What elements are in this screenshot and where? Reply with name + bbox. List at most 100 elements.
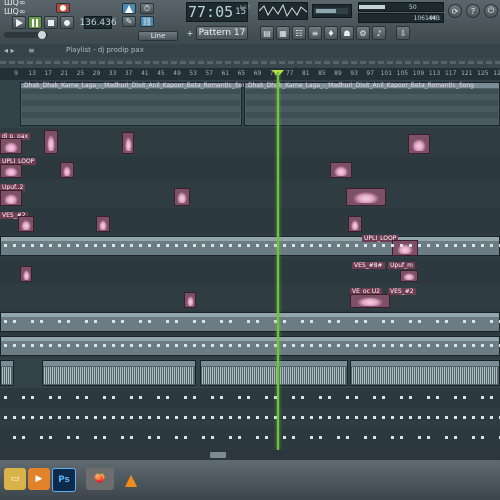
note-block	[337, 244, 340, 247]
channel-rack-button[interactable]: ☷	[292, 26, 306, 40]
note-block	[148, 344, 151, 347]
scrollbar-thumb[interactable]	[210, 452, 226, 458]
horizontal-scrollbar[interactable]	[0, 450, 500, 460]
track-row[interactable]: VES_#2	[0, 208, 500, 235]
note-block	[49, 244, 52, 247]
vlc-icon[interactable]: ▲	[120, 468, 142, 490]
track-row[interactable]	[0, 310, 500, 335]
info-icon[interactable]: ?	[466, 4, 480, 18]
playlist-tracks[interactable]: Dhak_Dhak_Karne_Laga_-_Madhuri_Dixit_Ani…	[0, 80, 500, 450]
note-block	[463, 244, 466, 247]
note-block	[400, 396, 403, 399]
tempo-display[interactable]: 136.436	[79, 16, 117, 29]
playhead-line[interactable]	[277, 72, 279, 450]
track-row[interactable]: Upuf..2	[0, 180, 500, 209]
fl-studio-icon[interactable]: 🍑	[86, 468, 114, 490]
note-block	[490, 344, 493, 347]
pattern-clip[interactable]	[0, 138, 22, 154]
photoshop-icon[interactable]: Ps	[52, 468, 76, 492]
pattern-clip[interactable]	[20, 266, 32, 282]
audio-clip[interactable]	[0, 360, 14, 386]
stop-icon[interactable]	[44, 16, 58, 29]
piano-roll-icon[interactable]: ▦	[276, 26, 290, 40]
track-row[interactable]: VES_#8# Upuf_m	[0, 258, 500, 285]
audio-clip[interactable]	[350, 360, 500, 386]
snap-mode-select[interactable]: Line	[138, 31, 178, 41]
note-block	[220, 416, 223, 419]
playlist-window-button[interactable]: ▤	[260, 26, 274, 40]
track-row[interactable]	[0, 388, 500, 409]
note-block	[166, 396, 169, 399]
note-block	[166, 416, 169, 419]
pattern-clip[interactable]	[0, 164, 22, 178]
tools-button[interactable]: ⚙	[356, 26, 370, 40]
power-icon[interactable]: ⏻	[484, 4, 498, 18]
note-block	[472, 344, 475, 347]
pattern-clip[interactable]	[330, 162, 352, 178]
pattern-clip[interactable]	[0, 190, 22, 206]
track-row[interactable]	[0, 408, 500, 429]
track-row[interactable]	[0, 428, 500, 450]
pattern-clip[interactable]	[0, 336, 500, 356]
note-block	[130, 416, 133, 419]
pattern-clip[interactable]	[122, 132, 134, 154]
note-block	[445, 344, 448, 347]
pattern-clip[interactable]	[0, 312, 500, 332]
pattern-clip[interactable]	[400, 270, 418, 282]
folder-icon[interactable]: ▭	[4, 468, 26, 490]
arrow-left-icon[interactable]: ◂ ▸	[4, 46, 15, 55]
audio-clip[interactable]	[200, 360, 348, 386]
audio-clip[interactable]	[42, 360, 196, 386]
note-block	[22, 436, 25, 439]
mic-button[interactable]: ♪	[372, 26, 386, 40]
pattern-clip[interactable]	[44, 130, 58, 154]
pattern-clip[interactable]	[18, 216, 34, 232]
pattern-clip[interactable]	[60, 162, 74, 178]
note-block	[337, 416, 340, 419]
track-row[interactable]: UPLI_LOOP	[0, 156, 500, 181]
pattern-clip[interactable]	[174, 188, 190, 206]
note-block	[58, 416, 61, 419]
track-row[interactable]: dj p. pax	[0, 128, 500, 157]
note-block	[40, 320, 43, 323]
track-row[interactable]: VE_oc U2 VES_#2	[0, 284, 500, 311]
note-block	[418, 436, 421, 439]
master-volume-knob[interactable]	[38, 31, 46, 39]
playlist-menu-icon[interactable]: ≡	[28, 46, 35, 55]
ruler-tick: 49	[173, 70, 181, 77]
time-value: 77:05	[188, 3, 234, 21]
browser-icon[interactable]: ♦	[324, 26, 338, 40]
save-icon[interactable]: ⇩	[396, 26, 410, 40]
track-row[interactable]	[0, 358, 500, 389]
play-icon[interactable]	[12, 16, 26, 29]
metronome-icon[interactable]	[122, 3, 136, 14]
track-row[interactable]: Dhak_Dhak_Karne_Laga_-_Madhuri_Dixit_Ani…	[0, 80, 500, 129]
wait-input-button[interactable]: ⏱	[140, 3, 154, 14]
note-block	[373, 344, 376, 347]
link-icon[interactable]: ⛓	[140, 16, 154, 27]
pause-button[interactable]	[28, 16, 42, 29]
note-block	[247, 416, 250, 419]
pattern-clip[interactable]	[408, 134, 430, 154]
pattern-clip[interactable]	[96, 216, 110, 232]
pattern-clip[interactable]	[346, 188, 386, 206]
note-block	[157, 344, 160, 347]
pattern-song-icon[interactable]: ✎	[122, 16, 136, 27]
record-button[interactable]	[60, 16, 74, 29]
note-block	[328, 416, 331, 419]
plugin-icon[interactable]: ☗	[340, 26, 354, 40]
record-icon[interactable]	[56, 3, 70, 13]
pattern-clip[interactable]	[184, 292, 196, 308]
track-row[interactable]	[0, 334, 500, 359]
pattern-add-button[interactable]: +	[186, 27, 194, 39]
mixer-icon[interactable]: ≡	[308, 26, 322, 40]
pattern-clip[interactable]	[392, 240, 418, 256]
pattern-clip[interactable]	[350, 294, 390, 308]
pattern-selector[interactable]: Pattern 17	[196, 26, 248, 40]
media-player-icon[interactable]: ▶	[28, 468, 50, 490]
help-icon[interactable]: ⟳	[448, 4, 462, 18]
playlist-title-bar[interactable]: ◂ ▸ ≡ Playlist - dj prodip pax	[0, 44, 500, 59]
pattern-clip[interactable]	[348, 216, 362, 232]
pattern-clip[interactable]	[0, 236, 500, 256]
track-row[interactable]: UPLI_LOOP	[0, 234, 500, 259]
